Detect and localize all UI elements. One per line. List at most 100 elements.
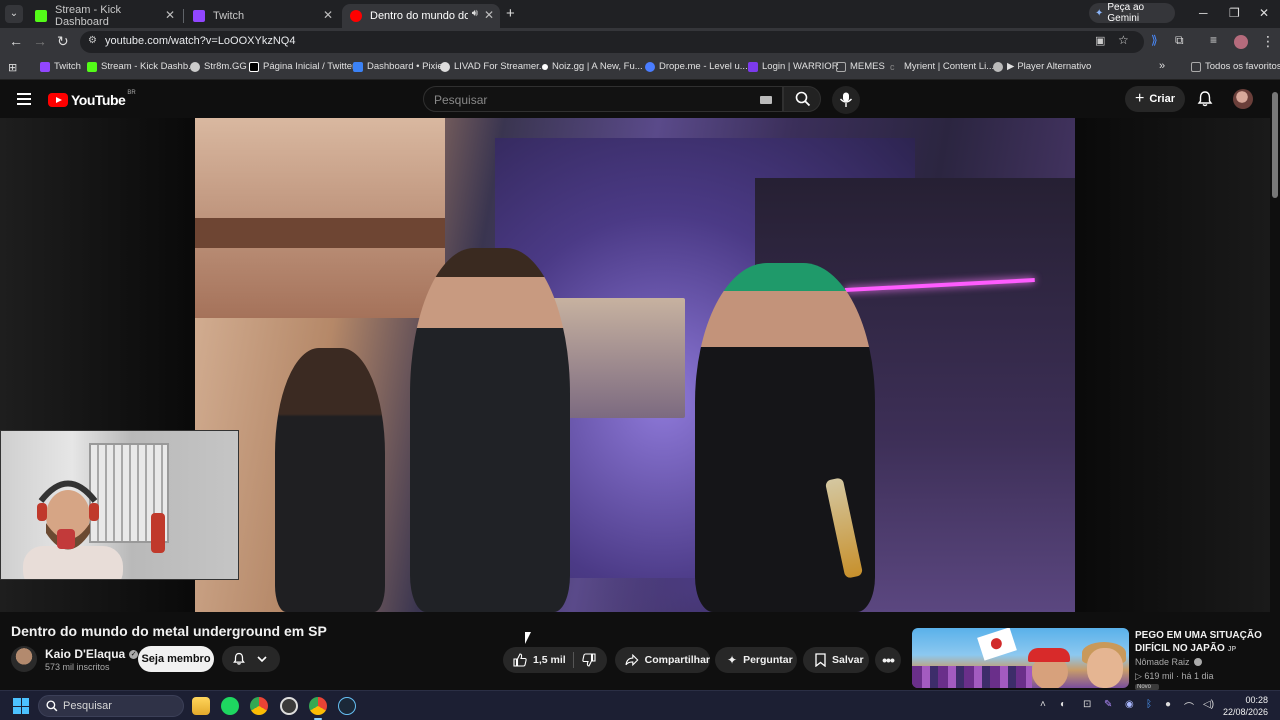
noiz-icon — [542, 63, 548, 70]
bookmark-label: Todos os favoritos — [1205, 61, 1280, 72]
notification-settings-button[interactable] — [222, 646, 280, 672]
bookmark-label: Drope.me - Level u... — [659, 61, 748, 72]
twitch-favicon-icon — [193, 10, 205, 22]
recommended-channel[interactable]: Nômade Raiz — [1135, 657, 1202, 667]
bookmark-label: MEMES — [850, 61, 885, 72]
search-button[interactable] — [783, 86, 821, 112]
apps-grid-icon[interactable]: ⊞ — [8, 61, 17, 74]
gemini-button[interactable]: ✦ Peça ao Gemini — [1089, 2, 1175, 24]
tray-volume-icon[interactable]: ◁) — [1203, 699, 1214, 710]
bookmark-str8m[interactable]: Str8m.GG — [190, 61, 247, 72]
bookmark-warrior[interactable]: Login | WARRIOR — [748, 61, 839, 72]
spotify-icon[interactable] — [221, 697, 239, 715]
youtube-logo[interactable]: YouTube BR — [48, 90, 136, 108]
taskbar-clock[interactable]: 00:28 22/08/2026 — [1222, 694, 1268, 718]
tab-close-icon[interactable]: ✕ — [165, 8, 175, 22]
taskbar-search-box[interactable]: Pesquisar — [38, 695, 184, 717]
video-scene-woman-left — [275, 348, 385, 612]
site-info-icon[interactable]: ⚙ — [88, 35, 97, 46]
bookmark-twitch[interactable]: Twitch — [40, 61, 81, 72]
bookmark-myrient[interactable]: c Myrient | Content Li... — [890, 61, 994, 72]
ask-button[interactable]: ✦ Perguntar — [715, 647, 797, 673]
profile-avatar-icon[interactable] — [1234, 35, 1248, 49]
bookmark-star-icon[interactable]: ☆ — [1118, 33, 1129, 47]
chrome-menu-icon[interactable]: ⋮ — [1261, 33, 1275, 50]
video-player[interactable] — [195, 118, 1075, 612]
bookmark-noiz[interactable]: Noiz.gg | A New, Fu... — [542, 61, 643, 72]
obs-icon[interactable] — [280, 697, 298, 715]
share-button[interactable]: Compartilhar — [615, 647, 710, 673]
more-bookmarks-chevron-icon[interactable]: » — [1159, 60, 1165, 72]
menu-hamburger-icon[interactable] — [17, 93, 31, 105]
search-input[interactable]: Pesquisar — [423, 86, 783, 112]
tray-app-icon[interactable]: ⊡ — [1083, 699, 1091, 710]
play-icon: ▶ — [1007, 61, 1015, 72]
tray-bluetooth-icon[interactable]: ᛒ — [1146, 699, 1152, 710]
install-app-icon[interactable]: ▣ — [1095, 34, 1105, 47]
join-membership-button[interactable]: Seja membro — [138, 646, 214, 672]
thumbnail-japan-flag — [977, 628, 1017, 661]
bookmark-label: Login | WARRIOR — [762, 61, 839, 72]
tab-close-icon[interactable]: ✕ — [484, 8, 494, 22]
back-arrow-icon[interactable]: ← — [9, 33, 23, 49]
voice-search-button[interactable] — [832, 86, 860, 114]
tab-twitch[interactable]: Twitch ✕ — [185, 4, 339, 28]
like-button[interactable]: 1,5 mil — [503, 647, 566, 673]
new-tab-plus-icon[interactable]: + — [506, 5, 515, 22]
x-logo-icon — [249, 61, 259, 72]
kick-icon — [87, 61, 97, 72]
forward-arrow-icon[interactable]: → — [33, 33, 47, 49]
extensions-puzzle-icon[interactable]: ⧉ — [1175, 33, 1184, 48]
steam-icon[interactable] — [338, 697, 356, 715]
keyboard-icon[interactable] — [760, 96, 772, 104]
bookmark-livad[interactable]: LIVAD For Streamer... — [440, 61, 547, 72]
save-button[interactable]: Salvar — [803, 647, 869, 673]
recommended-video-title[interactable]: PEGO EM UMA SITUAÇÃO DIFÍCIL NO JAPÃO JP — [1135, 629, 1275, 656]
tab-kick-dashboard[interactable]: Stream - Kick Dashboard ✕ — [27, 4, 181, 28]
file-explorer-icon[interactable] — [192, 697, 210, 715]
restore-icon[interactable]: ❐ — [1229, 6, 1240, 20]
tab-search-icon[interactable]: ⌄ — [5, 5, 23, 23]
media-controls-icon[interactable]: ≡ — [1210, 33, 1217, 47]
create-button[interactable]: + Criar — [1125, 86, 1185, 112]
bookmark-player-alternativo[interactable]: ▶ Player Alternativo — [993, 61, 1091, 72]
audio-playing-icon[interactable]: 🔊︎ — [472, 8, 478, 19]
tray-discord-icon[interactable]: ◉ — [1125, 699, 1134, 710]
bookmark-label: Página Inicial / Twitter — [263, 61, 356, 72]
bookmark-twitter[interactable]: Página Inicial / Twitter — [249, 61, 355, 72]
page-scrollbar-thumb[interactable] — [1272, 92, 1278, 198]
reload-icon[interactable]: ↻ — [57, 33, 69, 50]
recommended-title-text: PEGO EM UMA SITUAÇÃO DIFÍCIL NO JAPÃO — [1135, 630, 1262, 654]
windows-start-icon[interactable] — [13, 698, 29, 714]
dislike-button[interactable] — [582, 653, 602, 670]
tab-close-icon[interactable]: ✕ — [323, 8, 333, 22]
bookmark-kick[interactable]: Stream - Kick Dashb... — [87, 61, 196, 72]
window-close-icon[interactable]: ✕ — [1259, 6, 1269, 20]
twitch-icon — [40, 61, 50, 72]
bookmark-drope[interactable]: Drope.me - Level u... — [645, 61, 748, 72]
share-arrow-icon — [625, 654, 639, 666]
channel-name[interactable]: Kaio D'Elaqua ✓ — [45, 647, 139, 661]
tray-mic-icon[interactable]: ● — [1165, 699, 1171, 710]
address-bar[interactable]: ⚙ youtube.com/watch?v=LoOOXYkzNQ4 ▣ ☆ — [80, 31, 1144, 53]
extension-blue-icon[interactable]: ⟫ — [1151, 33, 1158, 47]
tray-pen-icon[interactable]: ✎ — [1104, 699, 1112, 710]
tray-network-icon[interactable]: ⌒ — [1184, 699, 1194, 714]
tab-title: Stream - Kick Dashboard — [55, 4, 122, 28]
all-bookmarks-folder[interactable]: Todos os favoritos — [1191, 61, 1280, 72]
thumbnail-red-cap — [1028, 648, 1070, 662]
bookmark-pixie[interactable]: Dashboard • Pixie — [353, 61, 443, 72]
tray-overflow-chevron-icon[interactable]: ˄ — [1040, 699, 1046, 710]
minimize-icon[interactable]: ─ — [1199, 6, 1208, 20]
account-avatar[interactable] — [1233, 89, 1253, 109]
notifications-bell-icon[interactable] — [1196, 90, 1214, 108]
channel-avatar[interactable] — [11, 646, 37, 672]
tab-youtube-video[interactable]: Dentro do mundo do metal 🔊︎ ✕ — [342, 4, 500, 28]
more-actions-button[interactable]: ••• — [875, 647, 901, 673]
recommended-video-thumbnail[interactable] — [912, 628, 1129, 688]
chrome-active-icon[interactable] — [309, 697, 327, 720]
chrome-icon[interactable] — [250, 697, 268, 715]
bookmark-folder-memes[interactable]: MEMES — [836, 61, 885, 72]
tray-steam-icon[interactable]: ◐ — [1060, 699, 1066, 710]
search-icon — [795, 91, 811, 107]
